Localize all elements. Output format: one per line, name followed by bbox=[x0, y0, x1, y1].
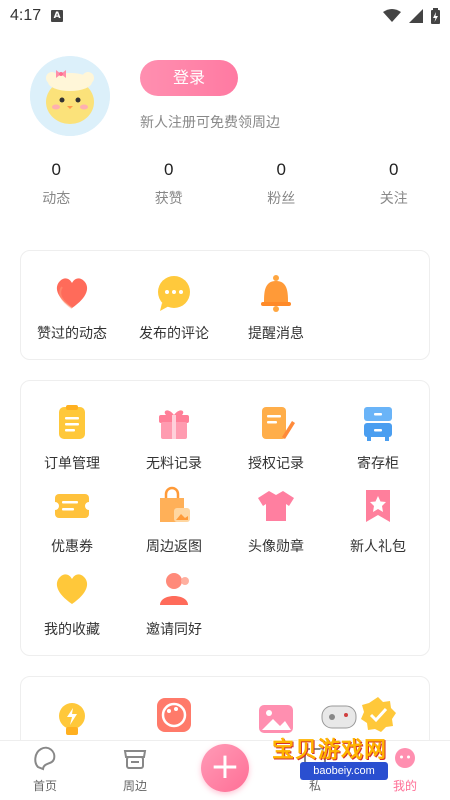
profile-stats: 0 动态 0 获赞 0 粉丝 0 关注 bbox=[0, 160, 450, 208]
clipboard-icon bbox=[52, 403, 92, 443]
item-label: 赞过的动态 bbox=[37, 326, 107, 342]
stat-posts[interactable]: 0 动态 bbox=[0, 160, 113, 208]
stat-label: 获赞 bbox=[154, 191, 183, 207]
register-promo-text: 新人注册可免费领周边 bbox=[140, 115, 280, 131]
nav-label: 周边 bbox=[122, 779, 147, 793]
item-label: 头像勋章 bbox=[248, 539, 304, 555]
locker-icon bbox=[358, 403, 398, 443]
item-label: 发布的评论 bbox=[139, 326, 209, 342]
tool-item-1[interactable] bbox=[21, 699, 123, 739]
lightbulb-icon bbox=[52, 699, 92, 739]
bell-icon bbox=[256, 273, 296, 313]
wifi-icon bbox=[383, 9, 401, 22]
liked-posts-item[interactable]: 赞过的动态 bbox=[21, 273, 123, 343]
stat-value: 0 bbox=[164, 160, 174, 179]
item-label: 无料记录 bbox=[146, 456, 202, 472]
newbie-gift-item[interactable]: 新人礼包 bbox=[327, 486, 429, 556]
login-button[interactable]: 登录 bbox=[140, 60, 238, 96]
stat-likes[interactable]: 0 获赞 bbox=[113, 160, 226, 208]
add-post-button[interactable]: + bbox=[201, 744, 249, 792]
stat-value: 0 bbox=[389, 160, 399, 179]
watermark-url: baobeiy.com bbox=[300, 762, 388, 780]
item-label: 周边返图 bbox=[146, 539, 202, 555]
stat-value: 0 bbox=[276, 160, 286, 179]
battery-icon bbox=[431, 8, 440, 24]
reminders-item[interactable]: 提醒消息 bbox=[225, 273, 327, 343]
stat-label: 关注 bbox=[379, 191, 408, 207]
coupon-icon bbox=[51, 486, 93, 526]
watermark-title: 宝贝游戏网 bbox=[272, 738, 388, 763]
stat-value: 0 bbox=[51, 160, 61, 179]
nav-label: 首页 bbox=[32, 779, 57, 793]
notification-a-icon: A bbox=[51, 10, 64, 22]
activity-card: 赞过的动态 发布的评论 提醒消息 bbox=[20, 250, 430, 360]
stat-followers[interactable]: 0 粉丝 bbox=[225, 160, 338, 208]
status-time: 4:17 bbox=[10, 7, 42, 24]
my-favorites-item[interactable]: 我的收藏 bbox=[21, 569, 123, 639]
orders-item[interactable]: 订单管理 bbox=[21, 403, 123, 473]
stat-label: 动态 bbox=[42, 191, 71, 207]
item-label: 新人礼包 bbox=[350, 539, 406, 555]
shop-icon bbox=[123, 750, 147, 769]
item-label: 邀请同好 bbox=[146, 622, 202, 638]
cell-signal-icon bbox=[409, 9, 423, 23]
tshirt-icon bbox=[256, 486, 296, 526]
tool-item-2[interactable] bbox=[123, 695, 225, 735]
stat-label: 粉丝 bbox=[267, 191, 296, 207]
item-label: 寄存柜 bbox=[357, 456, 399, 472]
palette-icon bbox=[154, 695, 194, 735]
nav-home[interactable]: 首页 bbox=[15, 745, 75, 794]
coupons-item[interactable]: 优惠券 bbox=[21, 486, 123, 556]
merch-photos-item[interactable]: 周边返图 bbox=[123, 486, 225, 556]
invite-user-icon bbox=[154, 569, 194, 609]
item-label: 优惠券 bbox=[51, 539, 93, 555]
license-record-item[interactable]: 授权记录 bbox=[225, 403, 327, 473]
home-blob-icon bbox=[34, 746, 56, 771]
free-items-record-item[interactable]: 无料记录 bbox=[123, 403, 225, 473]
item-label: 授权记录 bbox=[248, 456, 304, 472]
nav-merch[interactable]: 周边 bbox=[105, 745, 165, 794]
avatar[interactable] bbox=[30, 56, 110, 136]
stat-following[interactable]: 0 关注 bbox=[338, 160, 450, 208]
chick-avatar-icon bbox=[30, 56, 110, 136]
star-bookmark-icon bbox=[358, 486, 398, 526]
shopping-bag-image-icon bbox=[154, 486, 194, 526]
storage-locker-item[interactable]: 寄存柜 bbox=[327, 403, 429, 473]
heart-favorite-icon bbox=[52, 569, 92, 609]
status-bar: 4:17 A bbox=[0, 0, 450, 32]
item-label: 我的收藏 bbox=[44, 622, 100, 638]
comment-bubble-icon bbox=[154, 273, 194, 313]
gift-box-icon bbox=[154, 403, 194, 443]
invite-friends-item[interactable]: 邀请同好 bbox=[123, 569, 225, 639]
item-label: 订单管理 bbox=[44, 456, 100, 472]
heart-icon bbox=[52, 273, 92, 313]
document-edit-icon bbox=[256, 403, 296, 443]
services-card: 订单管理 无料记录 授权记录 寄存柜 优惠券 周边返图 头像勋章 新人礼包 我的… bbox=[20, 380, 430, 656]
published-comments-item[interactable]: 发布的评论 bbox=[123, 273, 225, 343]
avatar-badges-item[interactable]: 头像勋章 bbox=[225, 486, 327, 556]
item-label: 提醒消息 bbox=[248, 326, 304, 342]
